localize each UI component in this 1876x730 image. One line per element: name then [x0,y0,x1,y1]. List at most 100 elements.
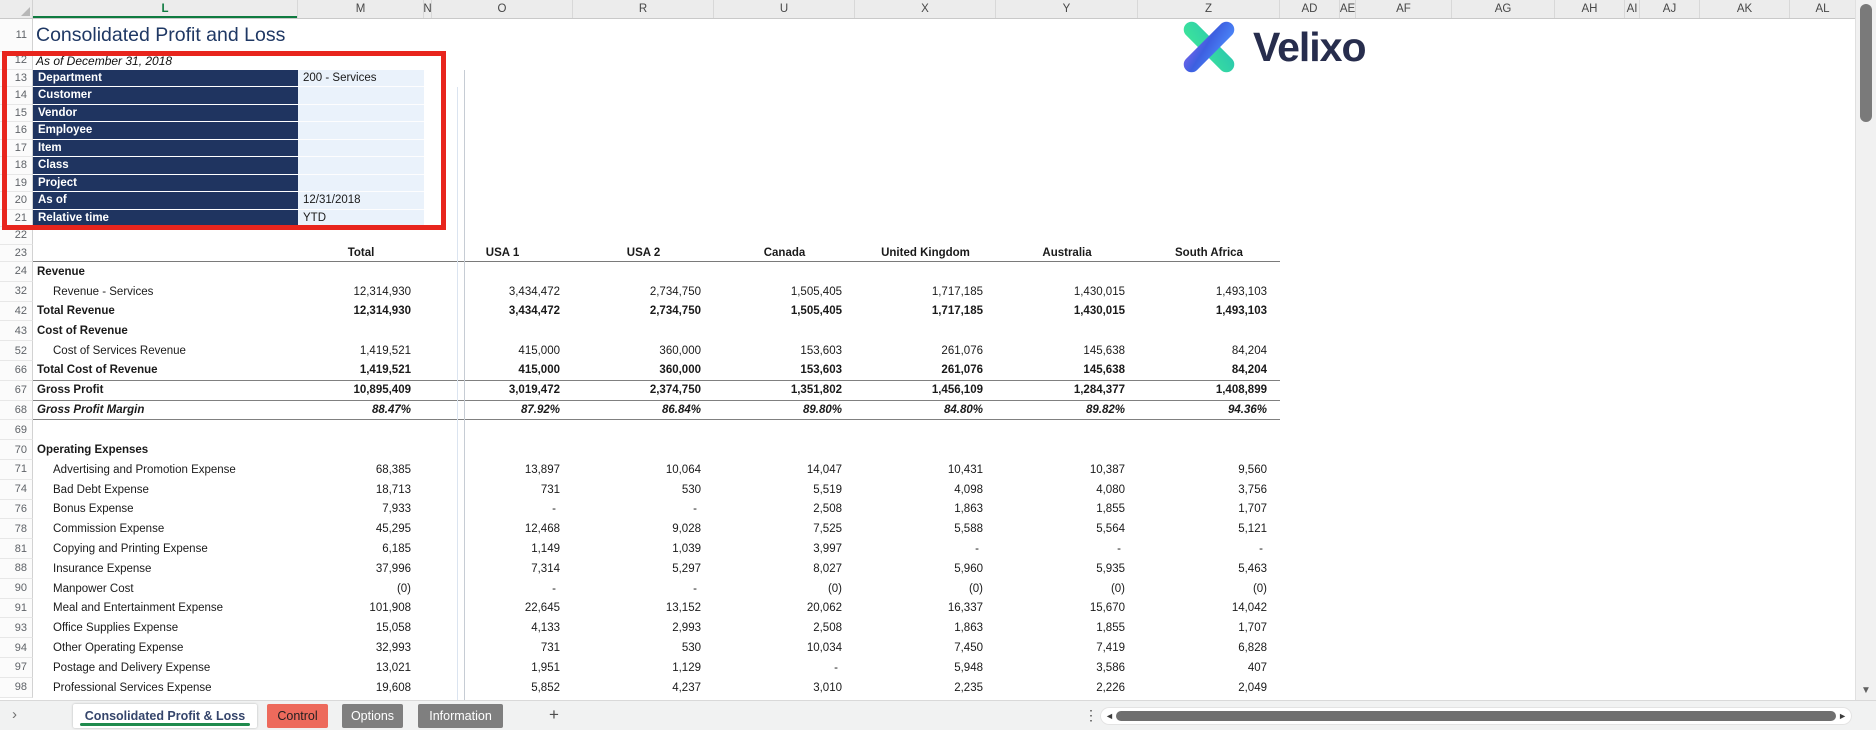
report-cell[interactable]: 84.80% [855,404,996,416]
row-header-94[interactable]: 94 [0,638,33,658]
report-cell[interactable]: 1,493,103 [1138,286,1280,298]
report-cell[interactable]: 5,960 [855,563,996,575]
column-header-AD[interactable]: AD [1280,0,1340,18]
row-header-71[interactable]: 71 [0,460,33,480]
report-cell[interactable]: 5,935 [996,563,1138,575]
report-cell[interactable]: 13,152 [573,602,714,614]
row-header-68[interactable]: 68 [0,401,33,421]
report-cell[interactable]: 10,387 [996,464,1138,476]
row-header-14[interactable]: 14 [0,87,33,105]
report-cell[interactable]: (0) [855,583,996,595]
report-cell[interactable]: 1,284,377 [996,384,1138,396]
report-cell[interactable]: 6,828 [1138,642,1280,654]
report-cell[interactable]: 2,235 [855,682,996,694]
report-cell[interactable]: 14,042 [1138,602,1280,614]
report-cell[interactable]: 530 [573,642,714,654]
report-cell[interactable]: 1,149 [432,543,573,555]
report-cell[interactable]: 7,450 [855,642,996,654]
column-header-Y[interactable]: Y [996,0,1138,18]
report-cell[interactable]: (0) [298,583,424,595]
report-row-label[interactable]: Gross Profit [33,384,298,396]
report-row-label[interactable]: Revenue - Services [33,286,298,298]
report-cell[interactable]: 153,603 [714,364,855,376]
report-row-label[interactable]: Professional Services Expense [33,682,298,694]
row-header-88[interactable]: 88 [0,559,33,579]
report-cell[interactable]: 1,129 [573,662,714,674]
report-cell[interactable]: 4,133 [432,622,573,634]
row-header-15[interactable]: 15 [0,105,33,123]
control-value-item[interactable] [298,140,424,158]
report-cell[interactable]: 1,707 [1138,622,1280,634]
report-cell[interactable]: 4,098 [855,484,996,496]
control-label-as-of[interactable]: As of [33,192,298,210]
scroll-down-arrow-icon[interactable]: ▼ [1861,685,1871,696]
report-cell[interactable]: 1,707 [1138,503,1280,515]
report-cell[interactable]: - [432,503,573,515]
report-cell[interactable]: 1,039 [573,543,714,555]
report-cell[interactable]: 88.47% [298,404,424,416]
row-header-23[interactable]: 23 [0,245,33,263]
column-header-X[interactable]: X [855,0,996,18]
report-cell[interactable]: 2,734,750 [573,286,714,298]
column-header-L[interactable]: L [33,0,298,18]
control-value-as-of[interactable]: 12/31/2018 [298,192,424,210]
control-label-item[interactable]: Item [33,140,298,158]
tab-control[interactable]: Control [267,704,328,728]
report-row-label[interactable]: Gross Profit Margin [33,404,298,416]
report-row-label[interactable]: Other Operating Expense [33,642,298,654]
control-value-project[interactable] [298,175,424,193]
row-header-81[interactable]: 81 [0,539,33,559]
control-value-customer[interactable] [298,87,424,105]
report-cell[interactable]: 7,525 [714,523,855,535]
scroll-left-arrow-icon[interactable]: ◄ [1105,711,1114,721]
report-cell[interactable]: 5,852 [432,682,573,694]
report-cell[interactable]: - [573,503,714,515]
row-header-93[interactable]: 93 [0,618,33,638]
report-row-label[interactable]: Advertising and Promotion Expense [33,464,298,476]
report-cell[interactable]: 5,564 [996,523,1138,535]
report-cell[interactable]: 89.82% [996,404,1138,416]
report-column-header-usa-2[interactable]: USA 2 [573,247,714,259]
report-cell[interactable]: 1,717,185 [855,286,996,298]
report-cell[interactable]: - [855,543,996,555]
row-header-19[interactable]: 19 [0,175,33,193]
report-cell[interactable]: - [573,583,714,595]
row-header-12[interactable]: 12 [0,52,33,70]
report-cell[interactable]: 13,021 [298,662,424,674]
tab-information[interactable]: Information [418,704,503,728]
report-column-header-south-africa[interactable]: South Africa [1138,247,1280,259]
report-cell[interactable]: 8,027 [714,563,855,575]
column-header-AJ[interactable]: AJ [1640,0,1700,18]
report-cell[interactable]: 407 [1138,662,1280,674]
report-cell[interactable]: 7,314 [432,563,573,575]
report-cell[interactable]: 10,431 [855,464,996,476]
report-row-label[interactable]: Manpower Cost [33,583,298,595]
report-cell[interactable]: 19,608 [298,682,424,694]
report-cell[interactable]: 2,993 [573,622,714,634]
report-cell[interactable]: 2,374,750 [573,384,714,396]
row-header-43[interactable]: 43 [0,321,33,341]
row-header-22[interactable]: 22 [0,227,33,245]
report-cell[interactable]: 5,121 [1138,523,1280,535]
report-cell[interactable]: 1,505,405 [714,305,855,317]
report-cell[interactable]: 86.84% [573,404,714,416]
report-cell[interactable]: 89.80% [714,404,855,416]
row-header-13[interactable]: 13 [0,70,33,88]
report-cell[interactable]: 87.92% [432,404,573,416]
report-cell[interactable]: 1,855 [996,503,1138,515]
report-cell[interactable]: 84,204 [1138,364,1280,376]
control-label-employee[interactable]: Employee [33,122,298,140]
row-header-91[interactable]: 91 [0,599,33,619]
row-header-66[interactable]: 66 [0,361,33,381]
report-row-label[interactable]: Bonus Expense [33,503,298,515]
report-row-label[interactable]: Cost of Revenue [33,325,298,337]
report-cell[interactable]: 37,996 [298,563,424,575]
report-cell[interactable]: 5,948 [855,662,996,674]
report-row-label[interactable]: Cost of Services Revenue [33,345,298,357]
report-cell[interactable]: 12,314,930 [298,286,424,298]
report-cell[interactable]: 1,951 [432,662,573,674]
report-cell[interactable]: 1,505,405 [714,286,855,298]
report-cell[interactable]: 3,010 [714,682,855,694]
report-cell[interactable]: 9,028 [573,523,714,535]
row-header-52[interactable]: 52 [0,341,33,361]
